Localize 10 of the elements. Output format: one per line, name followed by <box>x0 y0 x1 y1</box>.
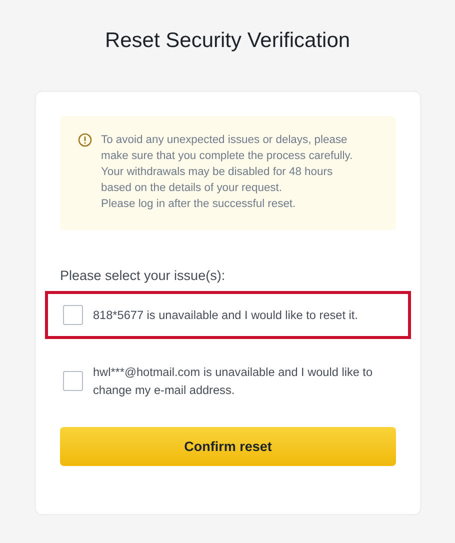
checkbox[interactable] <box>63 305 83 325</box>
notice-text: To avoid any unexpected issues or delays, please make sure that you complete the process carefully. Your withdrawals may be disabled for 48 hours based on the details of your request. <box>101 133 354 196</box>
option-label[interactable]: 818*5677 is unavailable and I would like to reset it. <box>93 306 358 324</box>
checkbox[interactable] <box>63 371 83 391</box>
warning-icon <box>78 133 92 147</box>
confirm-button[interactable]: Confirm reset <box>60 427 396 466</box>
option-label[interactable]: hwl***@hotmail.com is unavailable and I would like to change my e-mail address. <box>93 363 393 399</box>
notice-note: Please log in after the successful reset. <box>101 197 297 212</box>
page-title: Reset Security Verification <box>104 28 352 54</box>
issue-prompt: Please select your issue(s): <box>60 268 226 283</box>
